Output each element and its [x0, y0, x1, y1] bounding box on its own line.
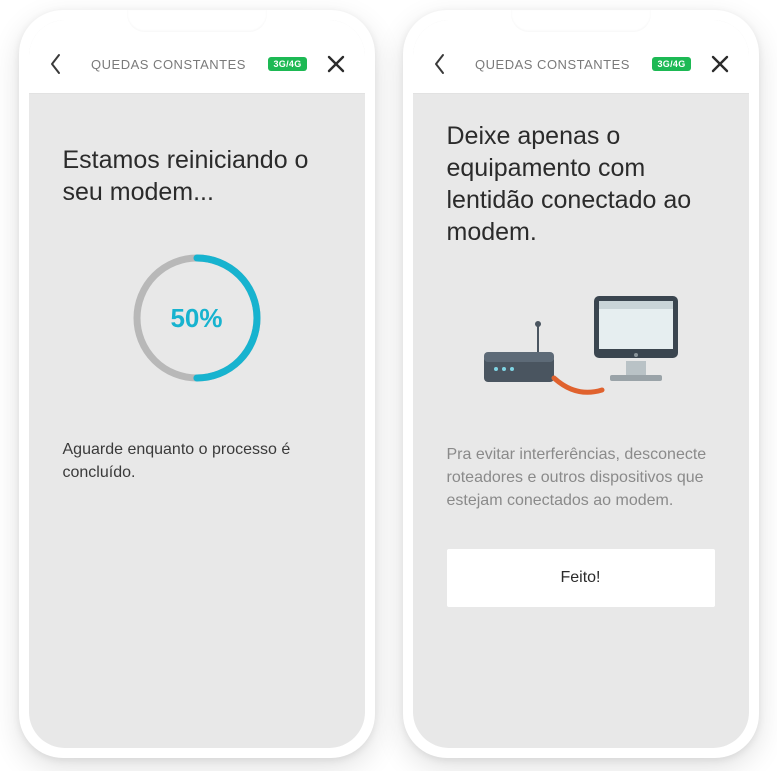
page-title: QUEDAS CONSTANTES — [77, 57, 261, 72]
screen-2: QUEDAS CONSTANTES 3G/4G Deixe apenas o e… — [413, 20, 749, 748]
headline: Estamos reiniciando o seu modem... — [63, 144, 331, 208]
back-icon[interactable] — [427, 51, 453, 77]
modem-monitor-illustration — [476, 278, 686, 413]
topbar-row: QUEDAS CONSTANTES 3G/4G — [43, 49, 351, 79]
headline: Deixe apenas o equipamento com lentidão … — [447, 120, 715, 248]
topbar: QUEDAS CONSTANTES 3G/4G — [413, 20, 749, 94]
topbar-row: QUEDAS CONSTANTES 3G/4G — [427, 49, 735, 79]
content-area: Deixe apenas o equipamento com lentidão … — [413, 94, 749, 748]
back-icon[interactable] — [43, 51, 69, 77]
topbar: QUEDAS CONSTANTES 3G/4G — [29, 20, 365, 94]
phone-mockup-right: QUEDAS CONSTANTES 3G/4G Deixe apenas o e… — [403, 10, 759, 758]
phone-mockup-left: QUEDAS CONSTANTES 3G/4G Estamos reinicia… — [19, 10, 375, 758]
done-button[interactable]: Feito! — [447, 549, 715, 607]
screen-1: QUEDAS CONSTANTES 3G/4G Estamos reinicia… — [29, 20, 365, 748]
close-icon[interactable] — [321, 49, 351, 79]
page-title: QUEDAS CONSTANTES — [461, 57, 645, 72]
close-icon[interactable] — [705, 49, 735, 79]
network-badge: 3G/4G — [268, 57, 306, 71]
progress-ring: 50% — [127, 248, 267, 388]
subtext: Aguarde enquanto o processo é concluído. — [63, 438, 331, 484]
subtext: Pra evitar interferências, desconecte ro… — [447, 443, 715, 513]
progress-label: 50% — [127, 248, 267, 388]
content-area: Estamos reiniciando o seu modem... 50% A… — [29, 94, 365, 748]
network-badge: 3G/4G — [652, 57, 690, 71]
